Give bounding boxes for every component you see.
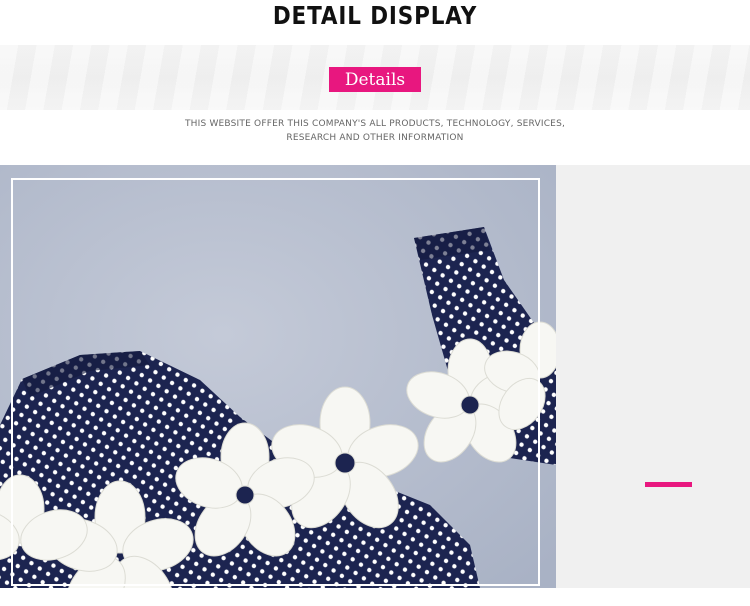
bottom-strip — [0, 588, 750, 606]
details-tag: Details — [329, 67, 421, 92]
banner-subtitle: THIS WEBSITE OFFER THIS COMPANY'S ALL PR… — [150, 118, 600, 145]
product-detail-photo — [0, 165, 556, 588]
accent-line — [645, 482, 692, 487]
side-panel — [556, 165, 750, 588]
header-band: DETAIL DISPLAY — [0, 0, 750, 45]
banner-subtitle-line-2: RESEARCH AND OTHER INFORMATION — [286, 132, 464, 143]
banner-subtitle-line-1: THIS WEBSITE OFFER THIS COMPANY'S ALL PR… — [184, 119, 566, 129]
product-photo-illustration — [0, 165, 556, 588]
page-title: DETAIL DISPLAY — [272, 1, 478, 30]
